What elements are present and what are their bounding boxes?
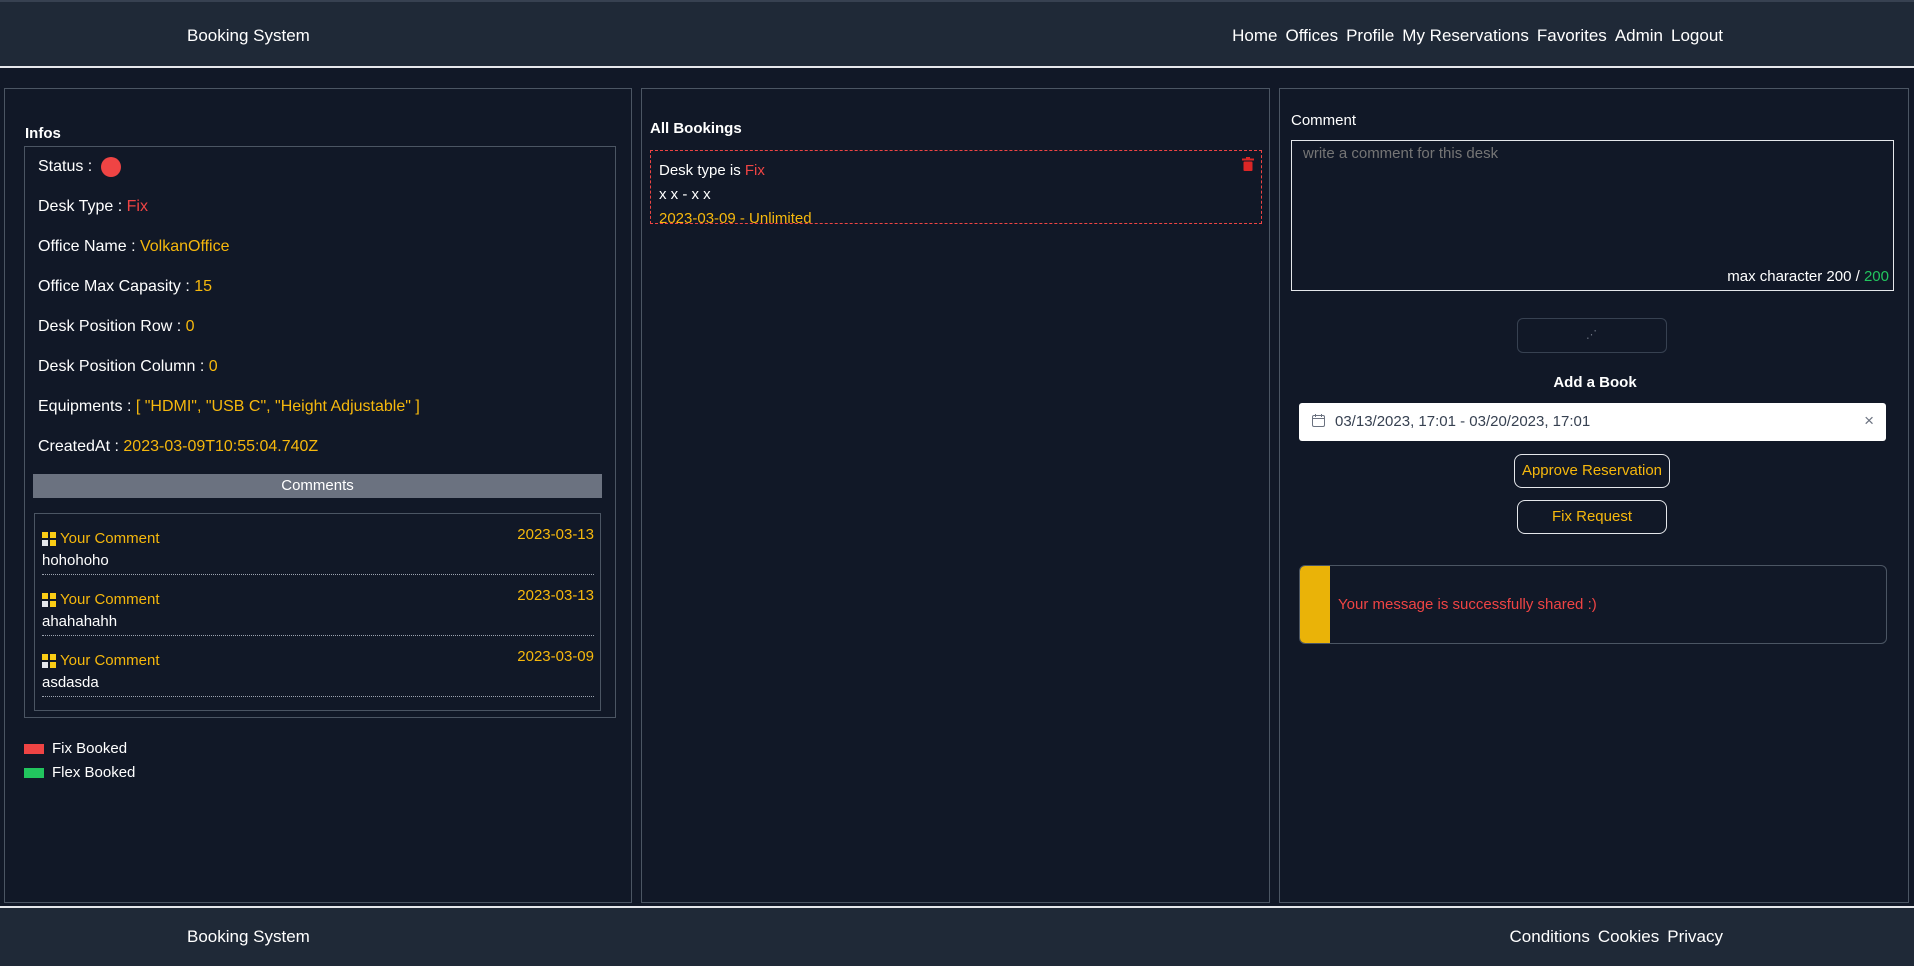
comment-author: Your Comment: [60, 652, 160, 669]
bookings-title: All Bookings: [650, 120, 742, 137]
position-row-label: Desk Position Row :: [38, 318, 182, 335]
position-column-label: Desk Position Column :: [38, 358, 205, 375]
booking-position: x x - x x: [659, 186, 711, 203]
date-range-picker[interactable]: 03/13/2023, 17:01 - 03/20/2023, 17:01 ×: [1299, 403, 1886, 441]
comment-date: 2023-03-13: [517, 587, 594, 604]
main-nav: Home Offices Profile My Reservations Fav…: [1232, 26, 1723, 46]
comment-text: asdasda: [42, 674, 99, 691]
spinner-icon: ⋰: [1586, 329, 1597, 341]
close-icon[interactable]: ×: [1864, 411, 1874, 431]
footer-links: Conditions Cookies Privacy: [1510, 927, 1723, 947]
nav-home[interactable]: Home: [1232, 26, 1277, 46]
comments-header[interactable]: Comments: [33, 474, 602, 498]
nav-favorites[interactable]: Favorites: [1537, 26, 1607, 46]
booking-type-value: Fix: [744, 162, 765, 179]
position-column-row: Desk Position Column : 0: [38, 358, 218, 376]
max-capacity-value: 15: [194, 278, 213, 295]
infos-panel: Infos Status : Desk Type : Fix Office Na…: [4, 88, 632, 903]
bookings-panel: All Bookings Desk type is Fix x x - x x …: [641, 88, 1270, 903]
nav-my-reservations[interactable]: My Reservations: [1402, 26, 1529, 46]
approve-reservation-button[interactable]: Approve Reservation: [1514, 454, 1670, 488]
nav-logout[interactable]: Logout: [1671, 26, 1723, 46]
nav-admin[interactable]: Admin: [1615, 26, 1663, 46]
submit-comment-button[interactable]: ⋰: [1517, 318, 1667, 353]
add-book-title: Add a Book: [1553, 374, 1637, 391]
legend-fix-booked: Fix Booked: [24, 740, 127, 757]
comment-author: Your Comment: [60, 591, 160, 608]
comment-author: Your Comment: [60, 530, 160, 547]
created-at-row: CreatedAt : 2023-03-09T10:55:04.740Z: [38, 438, 318, 456]
char-counter: max character 200 / 200: [1727, 268, 1889, 285]
success-toast: Your message is successfully shared :): [1299, 565, 1887, 644]
position-row-value: 0: [185, 318, 195, 335]
equipments-label: Equipments :: [38, 398, 132, 415]
legend-swatch-red: [24, 743, 44, 754]
booking-type-prefix: Desk type is: [659, 162, 741, 179]
infos-title: Infos: [25, 125, 61, 142]
comment-label: Comment: [1291, 112, 1357, 129]
status-label: Status :: [38, 158, 93, 176]
grid-icon: [42, 654, 56, 668]
comment-text: ahahahahh: [42, 613, 118, 630]
legend-label: Flex Booked: [52, 764, 136, 781]
comments-list: Your Comment 2023-03-13 hohohoho Your Co…: [34, 513, 601, 711]
date-range-value: 03/13/2023, 17:01 - 03/20/2023, 17:01: [1335, 413, 1591, 430]
fix-request-button[interactable]: Fix Request: [1517, 500, 1667, 534]
booking-card: Desk type is Fix x x - x x 2023-03-09 - …: [650, 150, 1262, 227]
char-counter-prefix: max character 200 /: [1727, 268, 1860, 285]
position-column-value: 0: [208, 358, 218, 375]
office-name-label: Office Name :: [38, 238, 136, 255]
booking-type: Desk type is Fix: [659, 162, 765, 179]
office-name-value: VolkanOffice: [139, 238, 230, 255]
infos-box: Status : Desk Type : Fix Office Name : V…: [24, 146, 616, 718]
toast-accent-bar: [1300, 566, 1330, 643]
brand-title[interactable]: Booking System: [187, 26, 310, 46]
comment-date: 2023-03-09: [517, 648, 594, 665]
footer-brand[interactable]: Booking System: [187, 927, 310, 947]
footer-link-cookies[interactable]: Cookies: [1598, 927, 1659, 947]
desk-type-value: Fix: [126, 198, 148, 215]
desk-type-row: Desk Type : Fix: [38, 198, 148, 216]
footer-link-privacy[interactable]: Privacy: [1667, 927, 1723, 947]
legend-swatch-green: [24, 767, 44, 778]
comment-item: Your Comment 2023-03-13 ahahahahh: [42, 575, 594, 636]
max-capacity-label: Office Max Capasity :: [38, 278, 190, 295]
trash-icon[interactable]: [1242, 157, 1254, 171]
created-at-value: 2023-03-09T10:55:04.740Z: [123, 438, 319, 455]
nav-offices[interactable]: Offices: [1286, 26, 1339, 46]
calendar-icon: [1312, 414, 1325, 427]
char-counter-value: 200: [1863, 268, 1889, 285]
footer: Booking System Conditions Cookies Privac…: [0, 906, 1914, 966]
status-indicator: [100, 157, 121, 177]
comment-date: 2023-03-13: [517, 526, 594, 543]
equipments-row: Equipments : [ "HDMI", "USB C", "Height …: [38, 398, 420, 416]
desk-type-label: Desk Type :: [38, 198, 123, 215]
top-navbar: Booking System Home Offices Profile My R…: [0, 0, 1914, 68]
legend-flex-booked: Flex Booked: [24, 764, 135, 781]
legend-label: Fix Booked: [52, 740, 128, 757]
actions-panel: Comment max character 200 / 200 ⋰ Add a …: [1279, 88, 1909, 903]
toast-message: Your message is successfully shared :): [1338, 596, 1597, 613]
grid-icon: [42, 532, 56, 546]
status-row: Status :: [38, 157, 121, 177]
max-capacity-row: Office Max Capasity : 15: [38, 278, 212, 296]
comment-item: Your Comment 2023-03-13 hohohoho: [42, 514, 594, 575]
nav-profile[interactable]: Profile: [1346, 26, 1394, 46]
grid-icon: [42, 593, 56, 607]
created-at-label: CreatedAt :: [38, 438, 119, 455]
office-name-row: Office Name : VolkanOffice: [38, 238, 230, 256]
comment-item: Your Comment 2023-03-09 asdasda: [42, 636, 594, 697]
equipments-value: [ "HDMI", "USB C", "Height Adjustable" ]: [135, 398, 420, 415]
booking-range: 2023-03-09 - Unlimited: [659, 210, 812, 227]
position-row-row: Desk Position Row : 0: [38, 318, 195, 336]
footer-link-conditions[interactable]: Conditions: [1510, 927, 1590, 947]
comment-text: hohohoho: [42, 552, 109, 569]
